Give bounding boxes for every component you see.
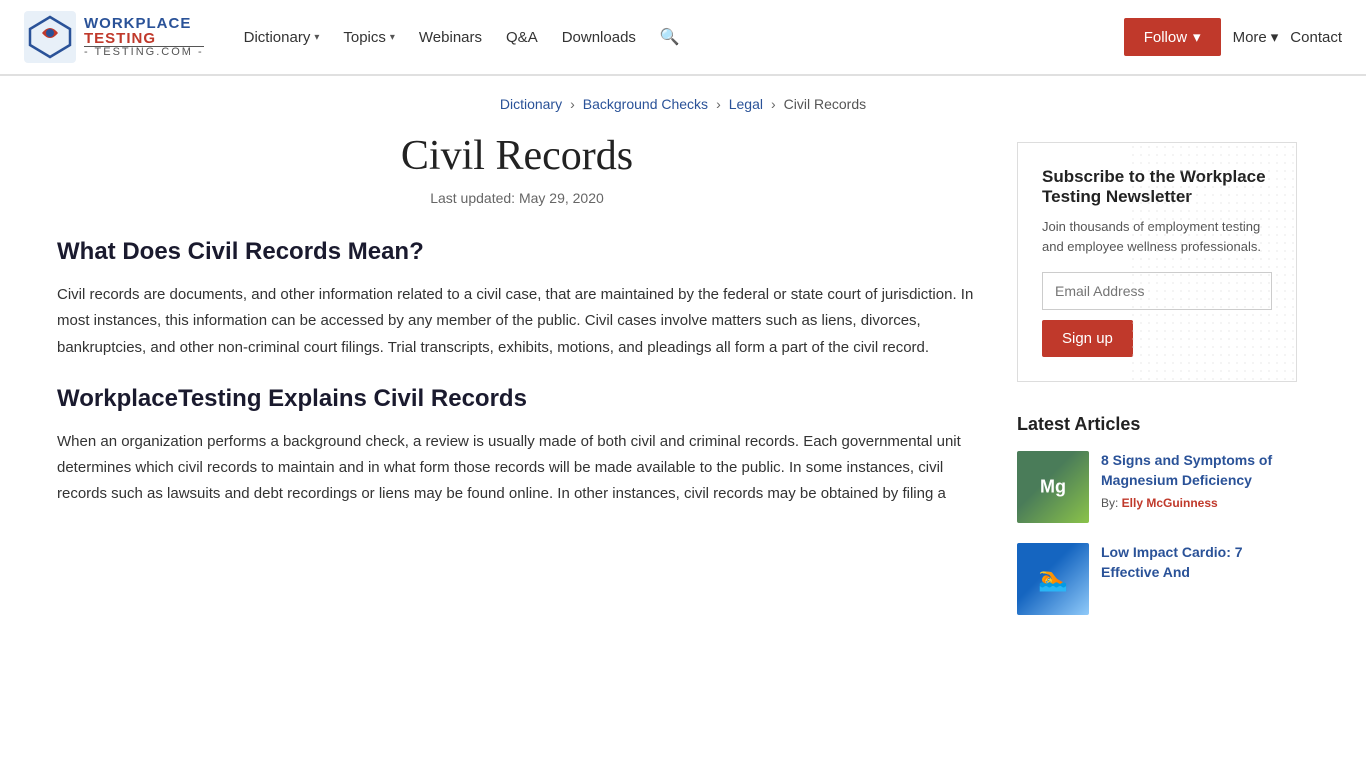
article-title-2[interactable]: Low Impact Cardio: 7 Effective And xyxy=(1101,543,1297,582)
logo-workplace: WORKPLACE xyxy=(84,16,204,31)
latest-articles: Latest Articles 8 Signs and Symptoms of … xyxy=(1017,414,1297,615)
contact-link[interactable]: Contact xyxy=(1290,29,1342,46)
last-updated: Last updated: May 29, 2020 xyxy=(57,190,977,206)
logo-testing: TESTING xyxy=(84,31,204,46)
main-container: Civil Records Last updated: May 29, 2020… xyxy=(33,122,1333,635)
breadcrumb-legal[interactable]: Legal xyxy=(729,96,763,112)
article-author-1: By: Elly McGuinness xyxy=(1101,496,1297,510)
article-info-1: 8 Signs and Symptoms of Magnesium Defici… xyxy=(1101,451,1297,510)
breadcrumb-current: Civil Records xyxy=(784,96,866,112)
article-info-2: Low Impact Cardio: 7 Effective And xyxy=(1101,543,1297,588)
latest-articles-title: Latest Articles xyxy=(1017,414,1297,435)
breadcrumb-dictionary[interactable]: Dictionary xyxy=(500,96,562,112)
article-author-name-1: Elly McGuinness xyxy=(1122,496,1218,510)
signup-button[interactable]: Sign up xyxy=(1042,320,1133,357)
sidebar: Subscribe to the Workplace Testing Newsl… xyxy=(1017,122,1297,635)
logo-text: WORKPLACE TESTING - TESTING.COM - xyxy=(84,16,204,58)
logo-icon xyxy=(24,11,76,63)
nav-topics-label: Topics xyxy=(343,29,386,46)
nav-topics[interactable]: Topics ▾ xyxy=(335,25,403,50)
page-title: Civil Records xyxy=(57,132,977,180)
logo[interactable]: WORKPLACE TESTING - TESTING.COM - xyxy=(24,11,204,63)
article-title-1[interactable]: 8 Signs and Symptoms of Magnesium Defici… xyxy=(1101,451,1297,490)
nav-dictionary[interactable]: Dictionary ▾ xyxy=(236,25,328,50)
breadcrumb-background-checks[interactable]: Background Checks xyxy=(583,96,708,112)
site-header: WORKPLACE TESTING - TESTING.COM - Dictio… xyxy=(0,0,1366,76)
breadcrumb: Dictionary › Background Checks › Legal ›… xyxy=(0,76,1366,122)
header-right: Follow ▾ More ▾ Contact xyxy=(1124,18,1342,56)
follow-label: Follow xyxy=(1144,29,1187,46)
follow-arrow: ▾ xyxy=(1193,28,1201,46)
article-thumb-2 xyxy=(1017,543,1089,615)
article-item-2: Low Impact Cardio: 7 Effective And xyxy=(1017,543,1297,615)
main-nav: Dictionary ▾ Topics ▾ Webinars Q&A Downl… xyxy=(236,23,688,51)
logo-com: - TESTING.COM - xyxy=(84,46,204,58)
more-button[interactable]: More ▾ xyxy=(1233,28,1279,46)
nav-dictionary-label: Dictionary xyxy=(244,29,311,46)
header-left: WORKPLACE TESTING - TESTING.COM - Dictio… xyxy=(24,11,688,63)
newsletter-box: Subscribe to the Workplace Testing Newsl… xyxy=(1017,142,1297,382)
breadcrumb-sep-1: › xyxy=(570,96,575,112)
section-text-2: When an organization performs a backgrou… xyxy=(57,429,977,508)
follow-button[interactable]: Follow ▾ xyxy=(1124,18,1221,56)
breadcrumb-sep-3: › xyxy=(771,96,776,112)
nav-webinars[interactable]: Webinars xyxy=(411,25,490,50)
more-label: More xyxy=(1233,29,1267,46)
section-heading-1: What Does Civil Records Mean? xyxy=(57,238,977,266)
nav-topics-arrow: ▾ xyxy=(390,32,395,43)
breadcrumb-sep-2: › xyxy=(716,96,721,112)
nav-downloads[interactable]: Downloads xyxy=(554,25,644,50)
section-text-1: Civil records are documents, and other i… xyxy=(57,282,977,361)
article-item-1: 8 Signs and Symptoms of Magnesium Defici… xyxy=(1017,451,1297,523)
nav-qa[interactable]: Q&A xyxy=(498,25,546,50)
newsletter-description: Join thousands of employment testing and… xyxy=(1042,217,1272,256)
section-heading-2: WorkplaceTesting Explains Civil Records xyxy=(57,385,977,413)
email-input[interactable] xyxy=(1042,272,1272,310)
nav-dictionary-arrow: ▾ xyxy=(314,32,319,43)
more-arrow: ▾ xyxy=(1271,28,1279,46)
search-icon[interactable]: 🔍 xyxy=(652,23,688,51)
article-thumb-1 xyxy=(1017,451,1089,523)
newsletter-title: Subscribe to the Workplace Testing Newsl… xyxy=(1042,167,1272,207)
main-content: Civil Records Last updated: May 29, 2020… xyxy=(57,122,977,635)
